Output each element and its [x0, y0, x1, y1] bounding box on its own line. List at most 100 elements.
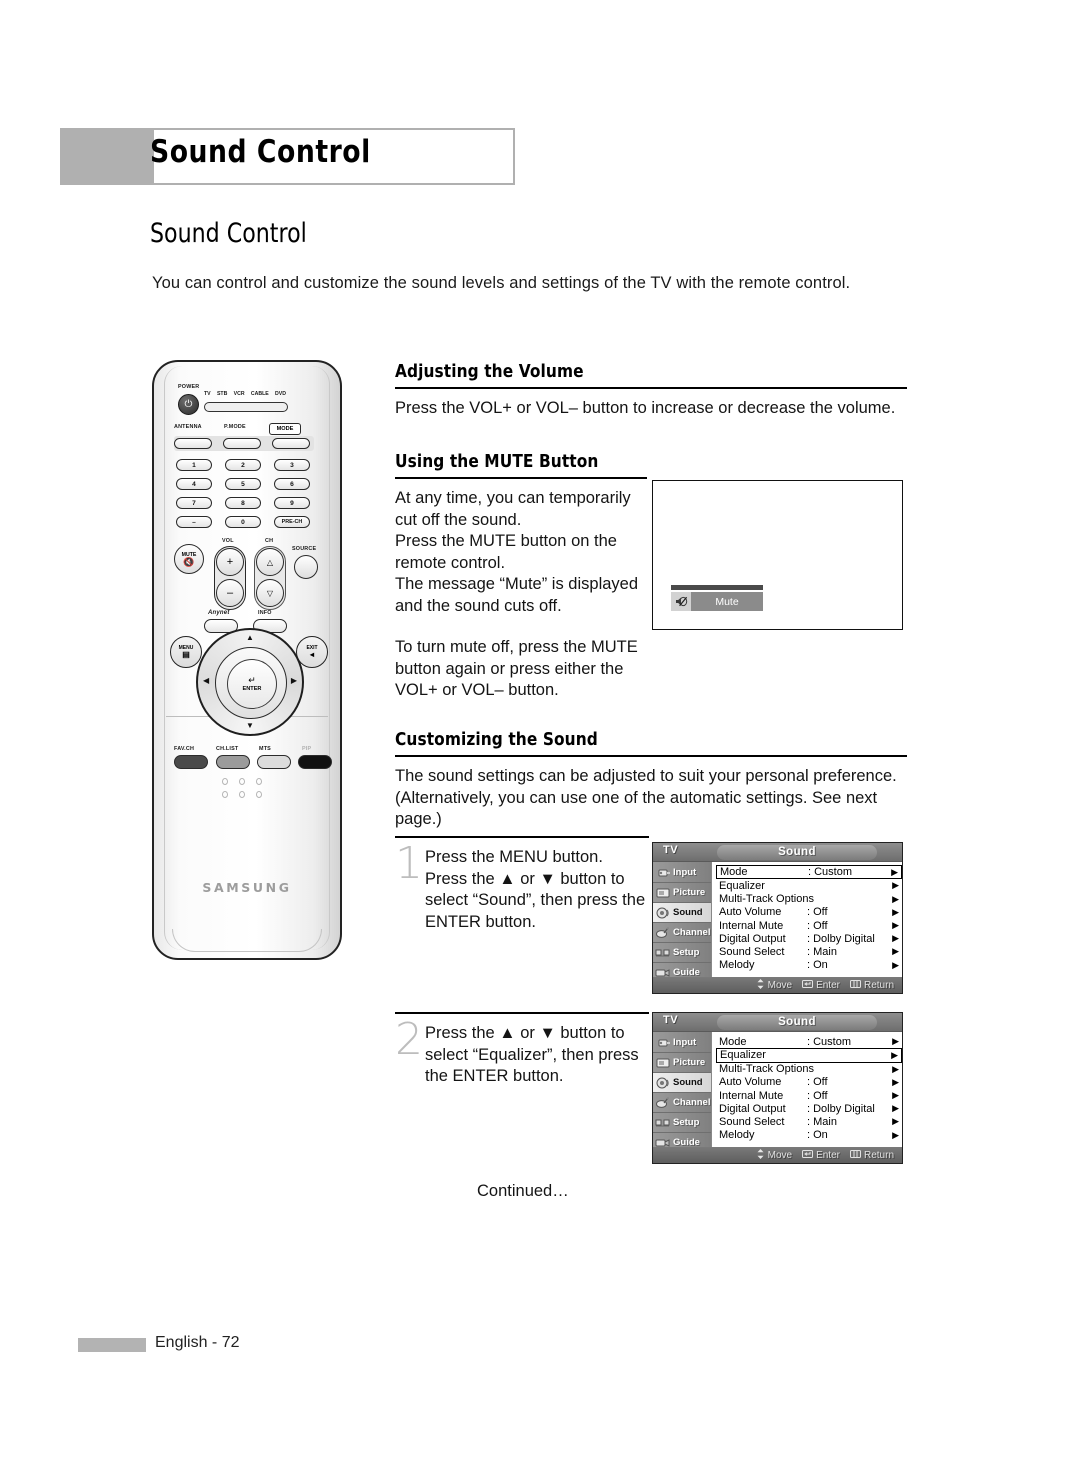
- section-customizing-sound: Customizing the Sound The sound settings…: [395, 730, 907, 831]
- enter-button[interactable]: ↵ ENTER: [227, 659, 277, 709]
- osd-sidebar-item-sound[interactable]: Sound: [653, 1073, 711, 1093]
- key-3[interactable]: 3: [274, 459, 310, 471]
- osd-sidebar-item-sound[interactable]: Sound: [653, 903, 711, 923]
- key-2[interactable]: 2: [225, 459, 261, 471]
- antenna-button[interactable]: [174, 438, 212, 449]
- osd-row-equalizer[interactable]: Equalizer ▶: [716, 879, 902, 892]
- osd-row-digital-output[interactable]: Digital Output: Dolby Digital ▶: [716, 932, 902, 945]
- osd-sidebar-item-label: Guide: [673, 1137, 700, 1148]
- osd-sidebar-item-guide[interactable]: Guide: [653, 963, 711, 983]
- osd-row-melody[interactable]: Melody : On ▶: [716, 959, 902, 972]
- key-dash[interactable]: –: [176, 516, 212, 528]
- osd-footer-return[interactable]: Return: [849, 1150, 894, 1161]
- input-jack-icon: [655, 866, 671, 879]
- osd-sidebar-item-setup[interactable]: Setup: [653, 943, 711, 963]
- osd-row-multi-track-options[interactable]: Multi-Track Options ▶: [716, 1063, 902, 1076]
- device-label-tv: TV: [204, 391, 211, 397]
- step-1-number: 1: [395, 838, 423, 889]
- camcorder-icon: [655, 966, 671, 979]
- osd-footer-move[interactable]: Move: [756, 979, 792, 991]
- osd-sidebar-item-channel[interactable]: Channel: [653, 923, 711, 943]
- setup-icon: [655, 1116, 671, 1129]
- osd-row-sound-select[interactable]: Sound Select: Main ▶: [716, 1115, 902, 1128]
- device-selector-slider[interactable]: [204, 402, 288, 412]
- source-button[interactable]: [294, 555, 318, 579]
- osd-row-mode[interactable]: Mode: Custom ▶: [716, 1035, 902, 1048]
- pip-button[interactable]: [298, 755, 332, 769]
- osd-sidebar-item-setup[interactable]: Setup: [653, 1113, 711, 1133]
- osd-footer-return[interactable]: Return: [849, 979, 894, 991]
- osd-row-digital-output[interactable]: Digital Output: Dolby Digital ▶: [716, 1102, 902, 1115]
- return-key-icon: [849, 980, 861, 990]
- nav-left-arrow-icon[interactable]: ◀: [203, 677, 209, 685]
- osd-sidebar-item-label: Input: [673, 1037, 697, 1048]
- osd-row-sound-select[interactable]: Sound Select: Main ▶: [716, 945, 902, 958]
- osd-sidebar-item-label: Input: [673, 867, 697, 878]
- osd-sidebar-item-label: Picture: [673, 1057, 706, 1068]
- ch-up-button[interactable]: △: [256, 548, 284, 576]
- brand-logo: SAMSUNG: [202, 880, 292, 895]
- device-label-stb: STB: [216, 391, 228, 397]
- key-1[interactable]: 1: [176, 459, 212, 471]
- favch-label: FAV.CH: [174, 746, 195, 752]
- mode-button[interactable]: [272, 438, 310, 449]
- osd-row-equalizer[interactable]: Equalizer ▶: [716, 1048, 902, 1063]
- key-9[interactable]: 9: [274, 497, 310, 509]
- osd-sidebar-item-input[interactable]: Input: [653, 1033, 711, 1053]
- osd-footer-enter[interactable]: Enter: [802, 980, 840, 991]
- osd-footer-move[interactable]: Move: [756, 1149, 792, 1161]
- menu-button[interactable]: MENU ▤: [170, 636, 202, 668]
- key-0[interactable]: 0: [225, 516, 261, 528]
- key-7[interactable]: 7: [176, 497, 212, 509]
- key-8[interactable]: 8: [225, 497, 261, 509]
- osd-footer-label: Move: [767, 979, 793, 991]
- header-gray-block: [60, 128, 156, 185]
- osd-row-mode[interactable]: Mode: Custom ▶: [716, 865, 902, 880]
- power-button[interactable]: ⏻: [178, 394, 199, 415]
- chevron-right-icon: ▶: [892, 959, 899, 970]
- speaker-icon: [655, 906, 671, 919]
- vol-up-button[interactable]: +: [216, 548, 244, 576]
- osd-title: Sound: [778, 846, 816, 858]
- osd-row-label: Multi-Track Options: [719, 893, 814, 906]
- ch-down-button[interactable]: ▽: [256, 579, 284, 607]
- pmode-button[interactable]: [223, 438, 261, 449]
- key-pre-ch[interactable]: PRE-CH: [274, 516, 310, 528]
- osd-row-internal-mute[interactable]: Internal Mute: Off ▶: [716, 919, 902, 932]
- mute-button[interactable]: MUTE 🔇: [174, 544, 204, 574]
- navigation-ring[interactable]: ▲ ▼ ◀ ▶ ↵ ENTER: [196, 628, 304, 736]
- osd-row-label: Melody: [719, 959, 755, 972]
- osd-footer-label: Return: [863, 979, 894, 991]
- osd-sidebar-item-picture[interactable]: Picture: [653, 1053, 711, 1073]
- osd-sidebar-item-input[interactable]: Input: [653, 863, 711, 883]
- chevron-right-icon: ▶: [892, 906, 899, 917]
- osd-sidebar-item-label: Channel: [673, 1097, 711, 1108]
- osd-footer-enter[interactable]: Enter: [802, 1150, 840, 1161]
- osd-row-multi-track-options[interactable]: Multi-Track Options ▶: [716, 893, 902, 906]
- page-title: Sound Control: [150, 218, 307, 249]
- nav-right-arrow-icon[interactable]: ▶: [291, 677, 297, 685]
- favch-button[interactable]: [174, 755, 208, 769]
- osd-sidebar-item-picture[interactable]: Picture: [653, 883, 711, 903]
- osd-sidebar-item-guide[interactable]: Guide: [653, 1133, 711, 1153]
- osd-row-auto-volume[interactable]: Auto Volume: Off ▶: [716, 906, 902, 919]
- vol-down-button[interactable]: –: [216, 579, 244, 607]
- tv-mute-screen-illustration: Mute: [652, 480, 903, 630]
- nav-down-arrow-icon[interactable]: ▼: [246, 722, 254, 730]
- osd-row-melody[interactable]: Melody: On ▶: [716, 1129, 902, 1142]
- osd-sidebar-item-channel[interactable]: Channel: [653, 1093, 711, 1113]
- chlist-button[interactable]: [216, 755, 250, 769]
- nav-up-arrow-icon[interactable]: ▲: [246, 634, 254, 642]
- mts-button[interactable]: [257, 755, 291, 769]
- key-5[interactable]: 5: [225, 478, 261, 490]
- key-4[interactable]: 4: [176, 478, 212, 490]
- step-2-number: 2: [395, 1014, 423, 1065]
- osd-row-internal-mute[interactable]: Internal Mute: Off ▶: [716, 1089, 902, 1102]
- chevron-up-icon: △: [266, 557, 274, 567]
- minus-icon: –: [226, 587, 234, 599]
- key-6[interactable]: 6: [274, 478, 310, 490]
- osd-row-auto-volume[interactable]: Auto Volume: Off ▶: [716, 1076, 902, 1089]
- osd-title: Sound: [778, 1016, 816, 1028]
- mute-speaker-icon: 🔇: [183, 556, 195, 567]
- osd-row-value: : On: [807, 959, 828, 972]
